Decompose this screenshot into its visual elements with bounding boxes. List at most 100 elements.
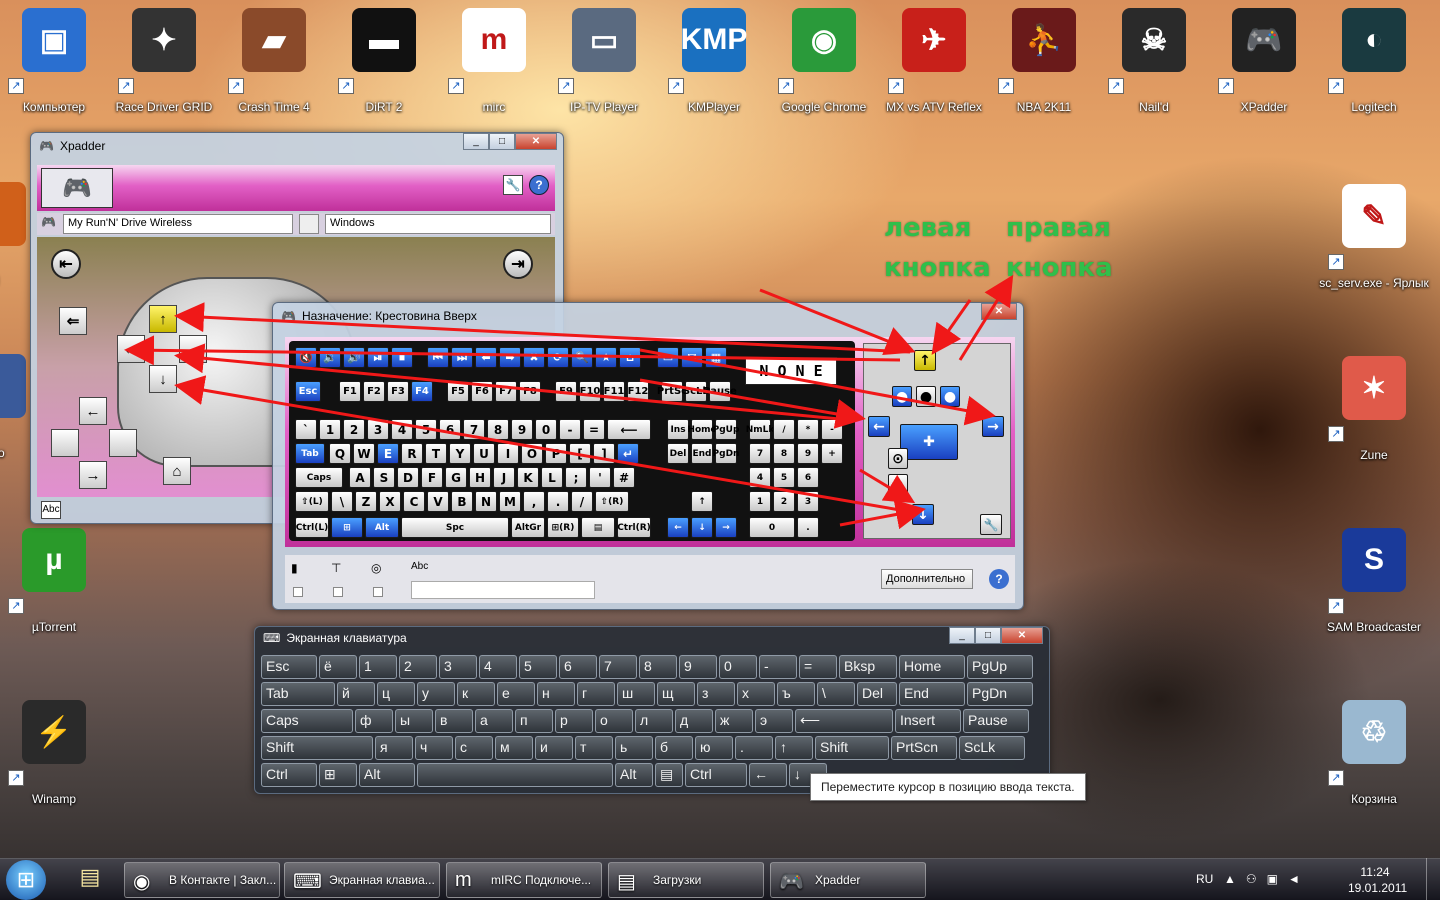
osk-key[interactable]: ы (395, 709, 433, 733)
osk-key[interactable]: End (899, 682, 965, 706)
key[interactable]: L (541, 467, 563, 488)
key[interactable]: P (545, 443, 567, 464)
osk-key[interactable]: Del (857, 682, 897, 706)
osk-key[interactable]: PrtScn (891, 736, 957, 760)
key[interactable]: ⊞ (331, 517, 363, 538)
osk-key[interactable]: г (577, 682, 615, 706)
key[interactable]: ★ (595, 347, 617, 368)
dpad-right-button[interactable]: → (179, 335, 207, 363)
osk-key[interactable]: ь (615, 736, 653, 760)
key[interactable]: Z (355, 491, 377, 512)
key[interactable]: / (773, 419, 795, 440)
key[interactable]: F2 (363, 381, 385, 402)
key[interactable]: ⟵ (607, 419, 651, 440)
key[interactable]: D (397, 467, 419, 488)
osk-key[interactable]: Esc (261, 655, 317, 679)
wrench-icon[interactable]: 🔧 (503, 175, 523, 195)
key[interactable]: AltGr (511, 517, 545, 538)
osk-key[interactable]: у (417, 682, 455, 706)
osk-key[interactable]: ъ (777, 682, 815, 706)
dpad-left-button[interactable]: ← (117, 335, 145, 363)
key[interactable]: PgDn (713, 443, 739, 464)
key[interactable]: 1 (749, 491, 771, 512)
taskbar-item[interactable]: ◉ В Контакте | Закл... (124, 862, 280, 898)
key[interactable]: 6 (797, 467, 819, 488)
explorer-pinned-icon[interactable]: ▤ (70, 864, 110, 896)
key[interactable]: ▦ (705, 347, 727, 368)
key[interactable]: W (353, 443, 375, 464)
key[interactable]: X (379, 491, 401, 512)
osk-key[interactable]: Shift (261, 736, 373, 760)
osk-key[interactable]: 5 (519, 655, 557, 679)
osk-key[interactable] (417, 763, 613, 787)
profile-field[interactable]: My Run'N' Drive Wireless (63, 214, 293, 234)
key[interactable]: Alt (365, 517, 399, 538)
none-button[interactable]: N O N E (745, 357, 837, 385)
key[interactable]: ` (295, 419, 317, 440)
osk-key[interactable]: к (457, 682, 495, 706)
clock[interactable]: 11:24 19.01.2011 (1348, 864, 1407, 896)
mouse-wheel-cross[interactable]: ✚ (900, 424, 958, 460)
desktop-icon[interactable]: KMP ↗ KMPlayer (664, 2, 764, 114)
desktop-icon[interactable]: ▭ ↗ IP-TV Player (554, 2, 654, 114)
key[interactable]: ; (565, 467, 587, 488)
key[interactable]: Ins (667, 419, 689, 440)
key[interactable]: N (475, 491, 497, 512)
key[interactable]: 7 (463, 419, 485, 440)
key[interactable]: NmLk (746, 419, 774, 440)
mouse-down-key[interactable]: ↓ (912, 504, 934, 525)
key[interactable]: , (523, 491, 545, 512)
key[interactable]: 5 (415, 419, 437, 440)
mouse-right-button[interactable]: ● (940, 386, 960, 407)
osk-key[interactable]: 0 (719, 655, 757, 679)
osk-key[interactable]: о (595, 709, 633, 733)
osk-key[interactable]: Shift (815, 736, 889, 760)
taskbar-item[interactable]: ⌨ Экранная клавиа... (284, 862, 440, 898)
key[interactable]: 0 (535, 419, 557, 440)
key[interactable]: F4 (411, 381, 433, 402)
key[interactable]: ▤ (581, 517, 615, 538)
desktop-icon[interactable]: ⚡ ↗ Winamp (4, 694, 104, 806)
key[interactable]: 8 (773, 443, 795, 464)
osk-key[interactable]: в (435, 709, 473, 733)
key[interactable]: Spc (401, 517, 509, 538)
osk-key[interactable]: 1 (359, 655, 397, 679)
key[interactable]: 8 (487, 419, 509, 440)
key[interactable]: . (797, 517, 819, 538)
home-button[interactable]: ⌂ (163, 457, 191, 485)
help-icon[interactable]: ? (529, 175, 549, 195)
key[interactable]: ✉ (681, 347, 703, 368)
key[interactable]: ⬅ (475, 347, 497, 368)
right-shoulder-button[interactable]: ⇥ (503, 249, 533, 279)
key[interactable]: F8 (519, 381, 541, 402)
checkbox-2[interactable] (333, 587, 343, 597)
help-icon[interactable]: ? (989, 569, 1009, 589)
key[interactable]: Pause (703, 381, 737, 402)
key[interactable]: 6 (439, 419, 461, 440)
osk-key[interactable]: ⊞ (319, 763, 357, 787)
osk-key[interactable]: й (337, 682, 375, 706)
key[interactable]: F9 (555, 381, 577, 402)
osk-key[interactable]: х (737, 682, 775, 706)
key[interactable]: - (559, 419, 581, 440)
key[interactable]: - (821, 419, 843, 440)
key[interactable]: / (571, 491, 593, 512)
osk-key[interactable]: Home (899, 655, 965, 679)
key[interactable]: R (401, 443, 423, 464)
left-shoulder-button[interactable]: ⇤ (51, 249, 81, 279)
stick-blank-button-2[interactable] (109, 429, 137, 457)
key[interactable]: → (715, 517, 737, 538)
osk-key[interactable]: Alt (615, 763, 653, 787)
key[interactable]: 4 (749, 467, 771, 488)
desktop-icon[interactable]: ▰ ↗ Crash Time 4 (224, 2, 324, 114)
tray-icons[interactable]: ▲⚇▣◄ (1224, 872, 1310, 886)
key[interactable]: ] (593, 443, 615, 464)
key[interactable]: F6 (471, 381, 493, 402)
osk-key[interactable]: п (515, 709, 553, 733)
osk-key[interactable]: ← (749, 763, 787, 787)
close-button[interactable]: ✕ (1001, 627, 1043, 644)
osk-key[interactable]: р (555, 709, 593, 733)
osk-key[interactable]: ч (415, 736, 453, 760)
mouse-extra-1[interactable]: ⊙ (888, 448, 908, 469)
key[interactable]: ➡ (499, 347, 521, 368)
